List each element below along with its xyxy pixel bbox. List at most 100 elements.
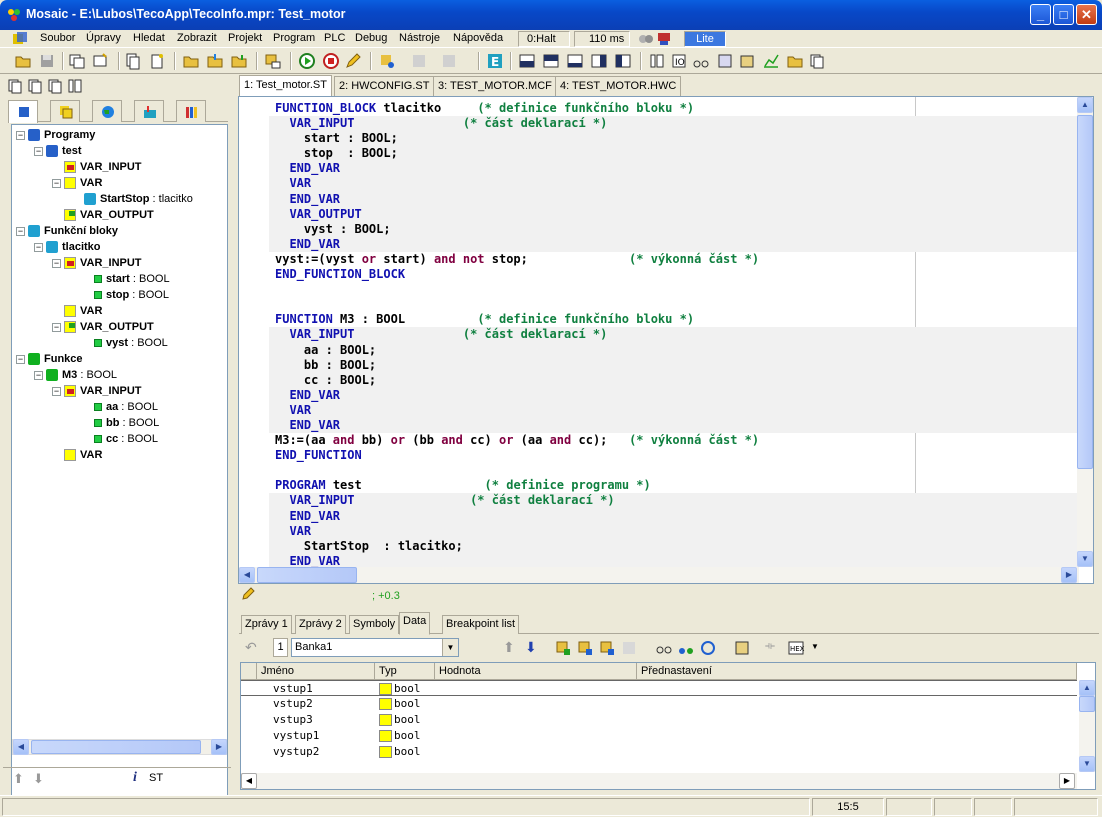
collapse-icon[interactable]: − [52, 178, 61, 188]
menu-napoveda[interactable]: Nápověda [453, 32, 503, 44]
compile-icon[interactable] [264, 52, 282, 70]
tree-node-funkce[interactable]: − Funkce [16, 351, 83, 367]
scroll-left-icon[interactable]: ◀ [241, 773, 257, 789]
format-icon[interactable]: HEX [787, 639, 805, 657]
split-icon[interactable]: ⟛ [765, 640, 775, 653]
tree-node-cc[interactable]: cc : BOOL [94, 431, 158, 447]
graph-icon[interactable] [762, 52, 780, 70]
calculator-icon[interactable] [733, 639, 751, 657]
editor-vertical-scrollbar[interactable]: ▲ ▼ [1077, 97, 1093, 567]
structure-icon[interactable] [648, 52, 666, 70]
tree-horizontal-scrollbar[interactable]: ◀ ▶ [12, 739, 227, 755]
tab-tasks[interactable] [134, 100, 164, 122]
tree-node-bb[interactable]: bb : BOOL [94, 415, 159, 431]
trace-icon[interactable] [440, 52, 458, 70]
clear-icon[interactable] [621, 639, 639, 657]
stop-icon[interactable] [322, 52, 340, 70]
run-icon[interactable] [298, 52, 316, 70]
move-up-icon[interactable]: ⬆ [13, 771, 24, 787]
scroll-down-icon[interactable]: ▼ [1077, 551, 1093, 567]
tree-node-var-input[interactable]: − VAR_INPUT [52, 383, 142, 399]
scroll-left-icon[interactable]: ◀ [13, 739, 29, 755]
tab-test-motor-hwc[interactable]: 4: TEST_MOTOR.HWC [555, 76, 682, 96]
layout-icon[interactable] [590, 52, 608, 70]
tree-node-startstop[interactable]: StartStop : tlacitko [84, 191, 193, 207]
close-button[interactable]: ✕ [1076, 4, 1097, 25]
menu-nastroje[interactable]: Nástroje [399, 32, 440, 44]
scroll-up-icon[interactable]: ▲ [1079, 680, 1095, 696]
bike-icon[interactable] [692, 52, 710, 70]
tree-node-aa[interactable]: aa : BOOL [94, 399, 158, 415]
tab-test-motor-st[interactable]: 1: Test_motor.ST [239, 75, 332, 96]
refresh-icon[interactable] [699, 639, 717, 657]
step-icon[interactable] [378, 52, 396, 70]
collapse-icon[interactable]: − [34, 146, 43, 156]
table-row[interactable]: vystup2 bool [241, 744, 1077, 760]
open-icon[interactable] [14, 52, 32, 70]
delete-variable-icon[interactable] [599, 639, 617, 657]
table-row[interactable]: vstup2 bool [241, 696, 1077, 712]
table-row[interactable]: vstup3 bool [241, 712, 1077, 728]
layout-icon[interactable] [566, 52, 584, 70]
maximize-button[interactable]: □ [1053, 4, 1074, 25]
tree-node-vyst[interactable]: vyst : BOOL [94, 335, 168, 351]
io-icon[interactable]: IO [670, 52, 688, 70]
grid-vertical-scrollbar[interactable]: ▲ ▼ [1079, 680, 1095, 772]
collapse-icon[interactable]: − [16, 130, 25, 140]
bank-select[interactable]: Banka1 ▼ [291, 638, 459, 657]
tree-node-var[interactable]: VAR [64, 303, 102, 319]
table-row[interactable]: vystup1 bool [241, 728, 1077, 744]
collapse-icon[interactable]: − [34, 370, 43, 380]
pages-icon[interactable] [808, 52, 826, 70]
tab-symboly[interactable]: Symboly [349, 615, 400, 634]
undo-icon[interactable]: ↶ [245, 639, 257, 656]
windows-icon[interactable] [68, 52, 86, 70]
tab-zpravy-1[interactable]: Zprávy 1 [241, 615, 292, 634]
code-editor[interactable]: FUNCTION_BLOCK tlacitko (* definice funk… [238, 96, 1094, 584]
trace-icon[interactable] [677, 639, 695, 657]
tab-test-motor-mcf[interactable]: 3: TEST_MOTOR.MCF [433, 76, 557, 96]
tree-node-var-output[interactable]: VAR_OUTPUT [64, 207, 154, 223]
layout-icon[interactable] [542, 52, 560, 70]
col-hodnota[interactable]: Hodnota [435, 663, 637, 680]
pages-icon[interactable] [27, 78, 43, 94]
code-text[interactable]: FUNCTION_BLOCK tlacitko (* definice funk… [269, 101, 1077, 567]
collapse-icon[interactable]: − [52, 386, 61, 396]
edit-pencil-icon[interactable] [344, 52, 362, 70]
tab-libraries[interactable] [50, 100, 80, 122]
tree-node-start[interactable]: start : BOOL [94, 271, 170, 287]
menu-projekt[interactable]: Projekt [228, 32, 262, 44]
pages-icon[interactable] [7, 78, 23, 94]
tree-node-var[interactable]: − VAR [52, 175, 102, 191]
scroll-left-icon[interactable]: ◀ [239, 567, 255, 583]
open-folder-icon[interactable] [182, 52, 200, 70]
tab-hwconfig-st[interactable]: 2: HWCONFIG.ST [334, 76, 435, 96]
app-menu-icon[interactable] [12, 31, 28, 47]
pages-icon[interactable] [47, 78, 63, 94]
tab-resources[interactable] [176, 100, 206, 122]
layout-icon[interactable] [614, 52, 632, 70]
add-variable-icon[interactable] [555, 639, 573, 657]
layout-icon[interactable] [518, 52, 536, 70]
menu-hledat[interactable]: Hledat [133, 32, 165, 44]
folder-down-icon[interactable] [230, 52, 248, 70]
trace-icon[interactable] [410, 52, 428, 70]
menu-upravy[interactable]: Úpravy [86, 32, 121, 44]
menu-debug[interactable]: Debug [355, 32, 387, 44]
chevron-down-icon[interactable]: ▼ [811, 642, 819, 651]
scroll-right-icon[interactable]: ▶ [211, 739, 227, 755]
tree-node-var-output[interactable]: − VAR_OUTPUT [52, 319, 154, 335]
tab-zpravy-2[interactable]: Zprávy 2 [295, 615, 346, 634]
scroll-thumb[interactable] [31, 740, 201, 754]
editor-horizontal-scrollbar[interactable]: ◀ ▶ [239, 567, 1079, 583]
tab-globals[interactable] [92, 100, 122, 122]
project-icon[interactable] [92, 52, 110, 70]
scroll-up-icon[interactable]: ▲ [1077, 97, 1093, 113]
calculator-icon[interactable] [738, 52, 756, 70]
tree-node-tlacitko[interactable]: − tlacitko [34, 239, 101, 255]
save-icon[interactable] [38, 52, 56, 70]
tab-data[interactable]: Data [399, 612, 431, 635]
menu-plc[interactable]: PLC [324, 32, 345, 44]
menu-program[interactable]: Program [273, 32, 315, 44]
arrow-down-icon[interactable]: ⬇ [525, 639, 537, 656]
